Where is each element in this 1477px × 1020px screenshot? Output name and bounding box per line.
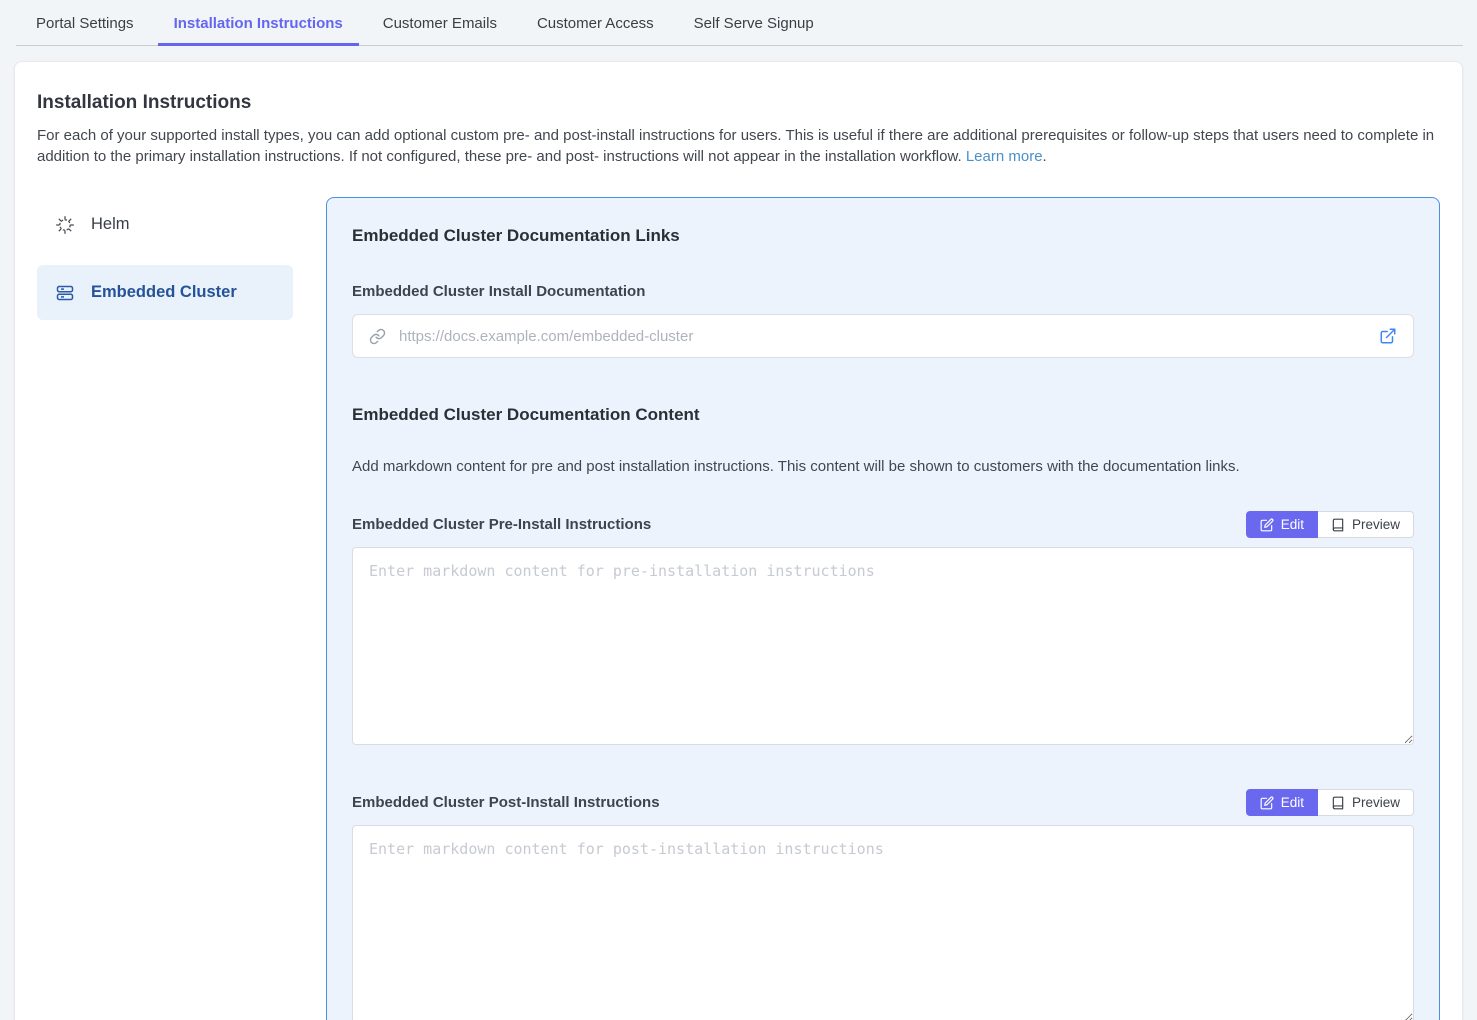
embedded-cluster-panel: Embedded Cluster Documentation Links Emb… bbox=[326, 197, 1440, 1020]
edit-button-label: Edit bbox=[1281, 517, 1304, 532]
installation-instructions-card: Installation Instructions For each of yo… bbox=[14, 61, 1463, 1020]
page-title: Installation Instructions bbox=[37, 92, 1440, 114]
edit-pencil-icon bbox=[1260, 796, 1274, 810]
open-external-link-button[interactable] bbox=[1379, 327, 1397, 345]
post-install-label: Embedded Cluster Post-Install Instructio… bbox=[352, 794, 660, 811]
learn-more-link[interactable]: Learn more bbox=[966, 148, 1043, 165]
install-type-nav: Helm Embedded Cluster bbox=[37, 197, 293, 1020]
post-install-editor-header: Embedded Cluster Post-Install Instructio… bbox=[352, 789, 1414, 816]
pre-install-mode-toggle: Edit Preview bbox=[1246, 511, 1414, 538]
helm-icon bbox=[55, 215, 75, 235]
tab-self-serve-signup[interactable]: Self Serve Signup bbox=[678, 0, 830, 46]
link-icon bbox=[369, 328, 386, 345]
settings-tabbar: Portal Settings Installation Instruction… bbox=[0, 0, 1477, 46]
post-install-markdown-textarea[interactable] bbox=[352, 825, 1414, 1020]
install-doc-url-input[interactable] bbox=[397, 327, 1368, 346]
pre-install-preview-button[interactable]: Preview bbox=[1318, 511, 1414, 538]
learn-more-period: . bbox=[1043, 148, 1047, 165]
sidebar-item-label: Helm bbox=[91, 215, 130, 234]
content-row: Helm Embedded Cluster Embedded Cluster D… bbox=[37, 197, 1440, 1020]
sidebar-item-embedded-cluster[interactable]: Embedded Cluster bbox=[37, 265, 293, 320]
book-icon bbox=[1331, 518, 1345, 532]
install-doc-url-field bbox=[352, 314, 1414, 358]
doc-content-description: Add markdown content for pre and post in… bbox=[352, 458, 1414, 475]
pre-install-edit-button[interactable]: Edit bbox=[1246, 511, 1318, 538]
tab-installation-instructions[interactable]: Installation Instructions bbox=[158, 0, 359, 46]
edit-pencil-icon bbox=[1260, 518, 1274, 532]
pre-install-label: Embedded Cluster Pre-Install Instruction… bbox=[352, 516, 651, 533]
external-link-icon bbox=[1379, 327, 1397, 345]
tab-portal-settings[interactable]: Portal Settings bbox=[20, 0, 150, 46]
book-icon bbox=[1331, 796, 1345, 810]
doc-links-heading: Embedded Cluster Documentation Links bbox=[352, 226, 1414, 246]
server-stack-icon bbox=[55, 283, 75, 303]
pre-install-markdown-textarea[interactable] bbox=[352, 547, 1414, 745]
tab-customer-access[interactable]: Customer Access bbox=[521, 0, 670, 46]
preview-button-label: Preview bbox=[1352, 795, 1400, 810]
sidebar-item-label: Embedded Cluster bbox=[91, 283, 237, 302]
doc-content-heading: Embedded Cluster Documentation Content bbox=[352, 405, 1414, 425]
pre-install-editor-header: Embedded Cluster Pre-Install Instruction… bbox=[352, 511, 1414, 538]
page-description-text: For each of your supported install types… bbox=[37, 127, 1434, 165]
post-install-preview-button[interactable]: Preview bbox=[1318, 789, 1414, 816]
install-doc-label: Embedded Cluster Install Documentation bbox=[352, 283, 1414, 300]
page-description: For each of your supported install types… bbox=[37, 126, 1440, 167]
preview-button-label: Preview bbox=[1352, 517, 1400, 532]
post-install-mode-toggle: Edit Preview bbox=[1246, 789, 1414, 816]
tab-customer-emails[interactable]: Customer Emails bbox=[367, 0, 513, 46]
post-install-edit-button[interactable]: Edit bbox=[1246, 789, 1318, 816]
edit-button-label: Edit bbox=[1281, 795, 1304, 810]
sidebar-item-helm[interactable]: Helm bbox=[37, 197, 293, 252]
